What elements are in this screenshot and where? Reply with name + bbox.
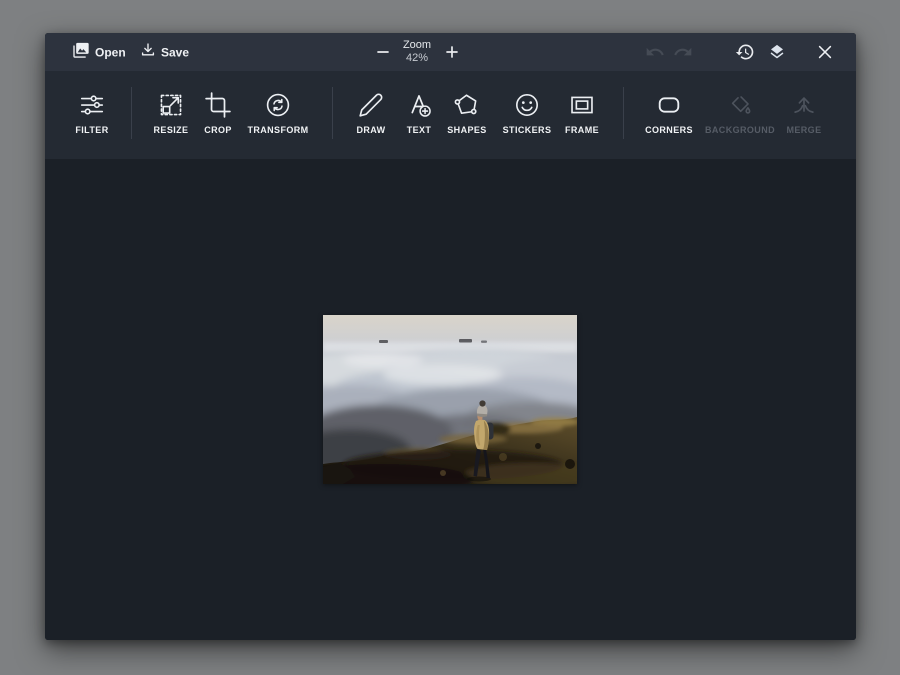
photo-library-icon [71, 41, 91, 64]
tool-label: TRANSFORM [247, 125, 308, 135]
tool-label: CORNERS [645, 125, 693, 135]
tool-filter[interactable]: FILTER [60, 71, 124, 159]
tool-label: DRAW [356, 125, 385, 135]
tool-transform[interactable]: TRANSFORM [246, 71, 310, 159]
merge-arrow-icon [791, 92, 817, 118]
toolbar-divider [131, 87, 132, 139]
paint-bucket-icon [727, 92, 753, 118]
zoom-value: 42% [392, 52, 442, 65]
tool-merge[interactable]: MERGE [772, 71, 836, 159]
tool-crop[interactable]: CROP [186, 71, 250, 159]
tool-shapes[interactable]: SHAPES [435, 71, 499, 159]
tool-label: CROP [204, 125, 232, 135]
history-button[interactable] [735, 42, 755, 62]
resize-icon [158, 92, 184, 118]
zoom-out-button[interactable] [375, 44, 391, 60]
tool-label: MERGE [786, 125, 821, 135]
redo-button[interactable] [673, 42, 693, 62]
tool-label: TEXT [407, 125, 432, 135]
text-add-icon [406, 92, 432, 118]
canvas-area[interactable] [45, 159, 856, 640]
redo-icon [673, 42, 693, 62]
undo-button[interactable] [645, 42, 665, 62]
tool-label: FILTER [75, 125, 108, 135]
zoom-indicator: Zoom 42% [392, 39, 442, 65]
layers-button[interactable] [767, 42, 787, 62]
open-button[interactable]: Open [71, 41, 126, 64]
undo-icon [645, 42, 665, 62]
tool-label: BACKGROUND [705, 125, 775, 135]
top-toolbar: Open Save Zoom 42% [45, 33, 856, 71]
tool-label: SHAPES [447, 125, 486, 135]
crop-icon [205, 92, 231, 118]
tool-label: STICKERS [503, 125, 552, 135]
toolbar-divider [332, 87, 333, 139]
polygon-icon [454, 92, 480, 118]
photo-layer[interactable] [323, 315, 577, 484]
smiley-icon [514, 92, 540, 118]
zoom-in-icon [444, 44, 460, 60]
close-icon [815, 42, 835, 62]
image-editor-window: Open Save Zoom 42% [45, 33, 856, 640]
tool-label: FRAME [565, 125, 599, 135]
sliders-icon [79, 92, 105, 118]
toolbar-divider [623, 87, 624, 139]
zoom-out-icon [375, 44, 391, 60]
save-button[interactable]: Save [139, 42, 189, 63]
rotate-icon [265, 92, 291, 118]
desktop-background: Open Save Zoom 42% [0, 0, 900, 675]
pencil-icon [358, 92, 384, 118]
frame-icon [569, 92, 595, 118]
download-icon [139, 42, 157, 63]
rounded-rectangle-icon [656, 92, 682, 118]
history-icon [735, 42, 755, 62]
layers-icon [767, 42, 787, 62]
tool-frame[interactable]: FRAME [550, 71, 614, 159]
close-button[interactable] [815, 42, 835, 62]
photo-image [323, 315, 577, 484]
tool-label: RESIZE [154, 125, 189, 135]
tool-corners[interactable]: CORNERS [637, 71, 701, 159]
zoom-in-button[interactable] [444, 44, 460, 60]
save-button-label: Save [161, 45, 189, 59]
open-button-label: Open [95, 45, 126, 59]
tool-background[interactable]: BACKGROUND [704, 71, 776, 159]
zoom-label: Zoom [392, 39, 442, 52]
tools-toolbar: FILTER RESIZE [45, 71, 856, 159]
